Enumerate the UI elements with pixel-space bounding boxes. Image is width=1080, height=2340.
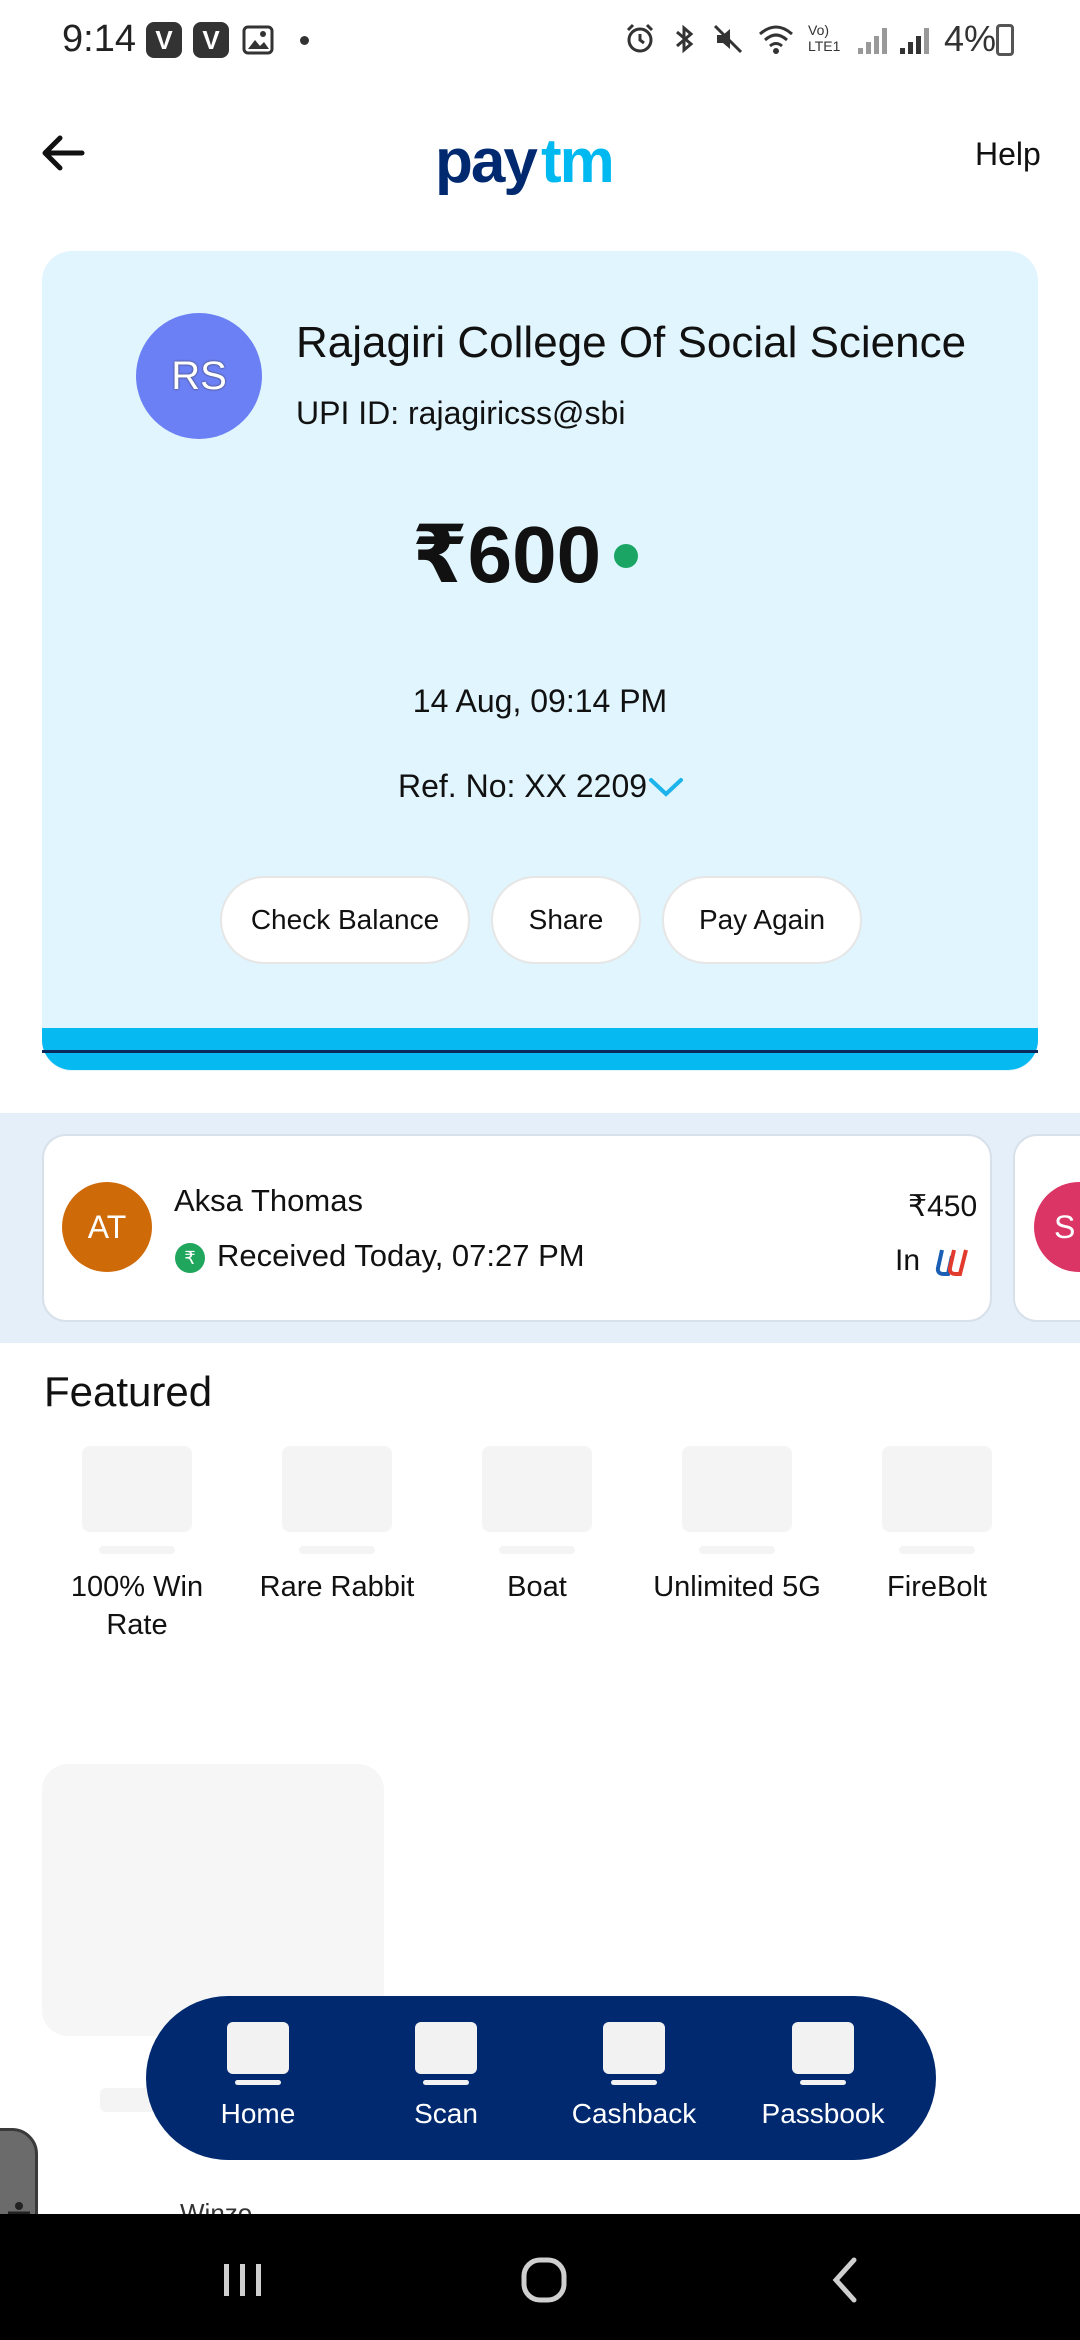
featured-thumbnail <box>82 1446 192 1532</box>
signal-1-icon <box>856 24 892 61</box>
home-button-icon[interactable] <box>514 2250 574 2310</box>
featured-underline <box>499 1546 575 1554</box>
bluetooth-icon <box>666 22 702 58</box>
bottom-navigation <box>146 1996 936 2160</box>
home-icon <box>227 2022 289 2074</box>
merchant-name: Rajagiri College Of Social Science <box>296 318 967 367</box>
rupee-received-icon: ₹ <box>175 1243 205 1273</box>
transaction-status: Received Today, 07:27 PM <box>217 1238 585 1273</box>
battery-percent: 4% <box>944 18 997 59</box>
contact-avatar: AT <box>62 1182 152 1272</box>
transaction-amount: ₹450 <box>908 1190 978 1223</box>
payment-datetime: 14 Aug, 09:14 PM <box>412 683 668 719</box>
upi-id: UPI ID: rajagiricss@sbi <box>296 395 626 431</box>
featured-label: Rare Rabbit <box>259 1571 415 1603</box>
share-button[interactable]: Share <box>491 876 641 964</box>
reference-number: Ref. No: XX 2209 <box>398 768 648 804</box>
bank-logo-icon <box>934 1244 970 1280</box>
cashback-icon-underline <box>611 2080 657 2085</box>
nav-cashback-label: Cashback <box>571 2098 697 2129</box>
battery-icon <box>996 24 1014 56</box>
notification-v-icon: V <box>146 22 182 58</box>
pay-again-button[interactable]: Pay Again <box>662 876 862 964</box>
featured-thumbnail <box>282 1446 392 1532</box>
merchant-avatar: RS <box>136 313 262 439</box>
paytm-logo: pay tm <box>433 126 639 196</box>
featured-label: 100% Win Rate <box>70 1571 204 1641</box>
gallery-icon <box>242 24 274 56</box>
featured-thumbnail <box>882 1446 992 1532</box>
contact-name: Aksa Thomas <box>174 1183 363 1218</box>
featured-underline <box>899 1546 975 1554</box>
help-link[interactable]: Help <box>975 136 1041 173</box>
scan-icon <box>415 2022 477 2074</box>
mute-icon <box>710 22 746 58</box>
alarm-icon <box>622 22 658 58</box>
passbook-icon <box>792 2022 854 2074</box>
featured-thumbnail <box>482 1446 592 1532</box>
check-balance-button[interactable]: Check Balance <box>220 876 470 964</box>
nav-scan-label: Scan <box>414 2098 478 2129</box>
cashback-icon <box>603 2022 665 2074</box>
featured-underline <box>699 1546 775 1554</box>
featured-label: Boat <box>507 1571 567 1603</box>
svg-text:pay: pay <box>435 127 538 196</box>
featured-label: Unlimited 5G <box>653 1571 821 1603</box>
passbook-icon-underline <box>800 2080 846 2085</box>
payment-amount: ₹600 <box>412 510 602 599</box>
card-stripe-line <box>42 1050 1038 1053</box>
nav-home-label: Home <box>220 2098 296 2129</box>
card-accent-stripe <box>42 1028 1038 1070</box>
featured-label: FireBolt <box>887 1571 987 1603</box>
more-notifications-dot <box>300 36 309 45</box>
signal-2-icon <box>898 24 934 61</box>
featured-underline <box>299 1546 375 1554</box>
back-arrow-icon[interactable] <box>38 128 88 178</box>
recent-transaction-card[interactable] <box>42 1134 992 1322</box>
svg-text:tm: tm <box>541 127 613 196</box>
wifi-icon <box>756 22 793 58</box>
notification-v-icon: V <box>193 22 229 58</box>
featured-thumbnail <box>682 1446 792 1532</box>
success-status-dot <box>614 544 638 568</box>
home-icon-underline <box>235 2080 281 2085</box>
status-time: 9:14 <box>62 18 136 60</box>
transaction-direction: In <box>895 1244 921 1277</box>
chevron-down-icon[interactable] <box>646 772 686 802</box>
featured-title: Featured <box>44 1368 213 1415</box>
featured-underline <box>99 1546 175 1554</box>
recent-apps-icon[interactable] <box>212 2250 272 2310</box>
scan-icon-underline <box>423 2080 469 2085</box>
nav-passbook-label: Passbook <box>761 2098 885 2129</box>
system-back-icon[interactable] <box>816 2250 876 2310</box>
volte-lte-icon: Vo) LTE1 <box>808 22 841 54</box>
